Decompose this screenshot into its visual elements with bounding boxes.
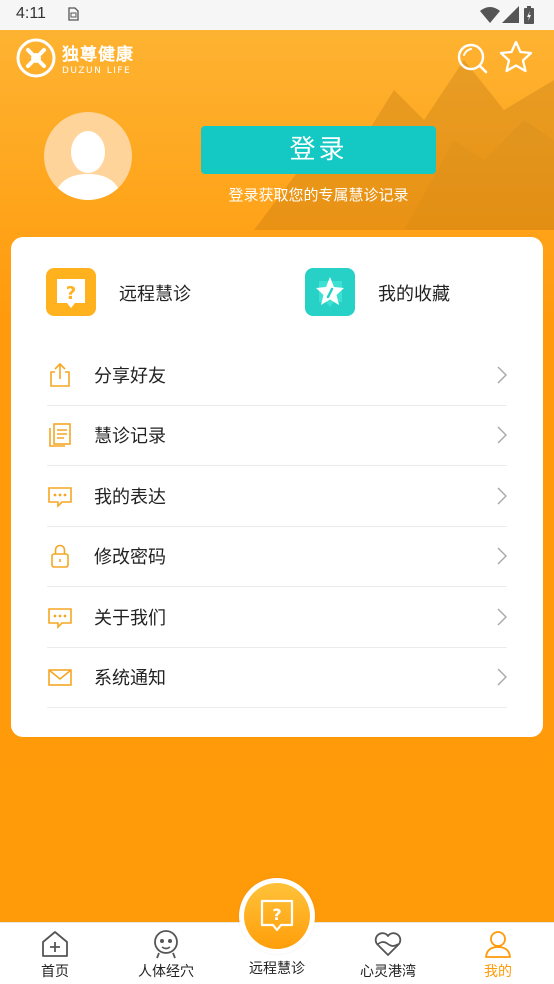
- sim-card-icon: [68, 7, 79, 21]
- tab-label: 首页: [41, 964, 69, 980]
- heart-icon: [374, 932, 402, 956]
- user-icon: [485, 931, 511, 958]
- tab-acupoints[interactable]: 人体经穴: [111, 923, 221, 984]
- tab-label: 远程慧诊: [249, 961, 305, 977]
- chevron-right-icon: [497, 426, 507, 444]
- home-icon: [42, 931, 68, 957]
- app-logo: [16, 38, 56, 78]
- lock-icon: [51, 544, 69, 569]
- menu-item-about[interactable]: 关于我们: [47, 587, 507, 648]
- menu-label: 分享好友: [94, 365, 166, 387]
- menu-card: ? 远程慧诊 我的收藏 分享好友 慧诊记录 我的表达 修改密码 关于我们 系统通…: [11, 237, 543, 737]
- quick-favorites-label: 我的收藏: [378, 284, 450, 305]
- brand-subtitle: DUZUN LIFE: [62, 66, 132, 76]
- menu-list: 分享好友 慧诊记录 我的表达 修改密码 关于我们 系统通知: [47, 345, 507, 708]
- svg-text:?: ?: [66, 283, 76, 304]
- menu-item-records[interactable]: 慧诊记录: [47, 406, 507, 466]
- menu-item-share[interactable]: 分享好友: [47, 345, 507, 406]
- mail-icon: [48, 669, 72, 687]
- chevron-right-icon: [497, 487, 507, 505]
- avatar[interactable]: [44, 112, 132, 200]
- tab-remote-consult-circle: ?: [244, 883, 310, 949]
- search-icon[interactable]: [456, 42, 488, 74]
- share-icon: [50, 362, 70, 387]
- chat-bubble-icon: [48, 607, 72, 629]
- menu-item-notifications[interactable]: 系统通知: [47, 648, 507, 708]
- tab-label: 我的: [484, 964, 512, 980]
- records-icon: [49, 423, 71, 448]
- battery-icon: [524, 6, 534, 24]
- quick-remote-consult[interactable]: ? 远程慧诊: [45, 267, 191, 319]
- chevron-right-icon: [497, 668, 507, 686]
- login-button[interactable]: 登录: [201, 126, 436, 174]
- tab-mine[interactable]: 我的: [443, 923, 553, 984]
- body-icon: [154, 930, 178, 959]
- star-icon[interactable]: [499, 40, 533, 74]
- question-chat-icon: ?: [260, 899, 294, 932]
- wifi-icon: [480, 7, 500, 23]
- menu-label: 修改密码: [94, 547, 166, 569]
- brand: 独尊健康 DUZUN LIFE: [62, 40, 134, 76]
- menu-label: 我的表达: [94, 486, 166, 508]
- tab-label: 心灵港湾: [360, 964, 416, 980]
- chat-bubble-icon: [48, 486, 72, 508]
- question-chat-icon: ?: [46, 268, 96, 316]
- brand-name: 独尊健康: [62, 45, 134, 65]
- menu-item-password[interactable]: 修改密码: [47, 527, 507, 587]
- menu-item-expression[interactable]: 我的表达: [47, 466, 507, 527]
- menu-label: 系统通知: [94, 668, 166, 690]
- menu-label: 关于我们: [94, 607, 166, 629]
- chevron-right-icon: [497, 366, 507, 384]
- login-hint: 登录获取您的专属慧诊记录: [228, 186, 409, 204]
- chevron-right-icon: [497, 608, 507, 626]
- tab-heart-harbor[interactable]: 心灵港湾: [333, 923, 443, 984]
- svg-text:?: ?: [272, 905, 281, 924]
- tab-remote-consult[interactable]: ?: [239, 878, 315, 954]
- tab-label: 人体经穴: [138, 964, 194, 980]
- signal-icon: [502, 6, 519, 23]
- quick-favorites[interactable]: 我的收藏: [304, 267, 450, 319]
- menu-label: 慧诊记录: [94, 426, 166, 448]
- user-silhouette-icon: [54, 131, 122, 200]
- quick-remote-consult-label: 远程慧诊: [119, 284, 191, 305]
- star-badge-icon: [305, 268, 355, 316]
- chevron-right-icon: [497, 547, 507, 565]
- status-time: 4:11: [16, 5, 46, 22]
- status-bar: 4:11: [0, 0, 554, 30]
- tab-home[interactable]: 首页: [0, 923, 110, 984]
